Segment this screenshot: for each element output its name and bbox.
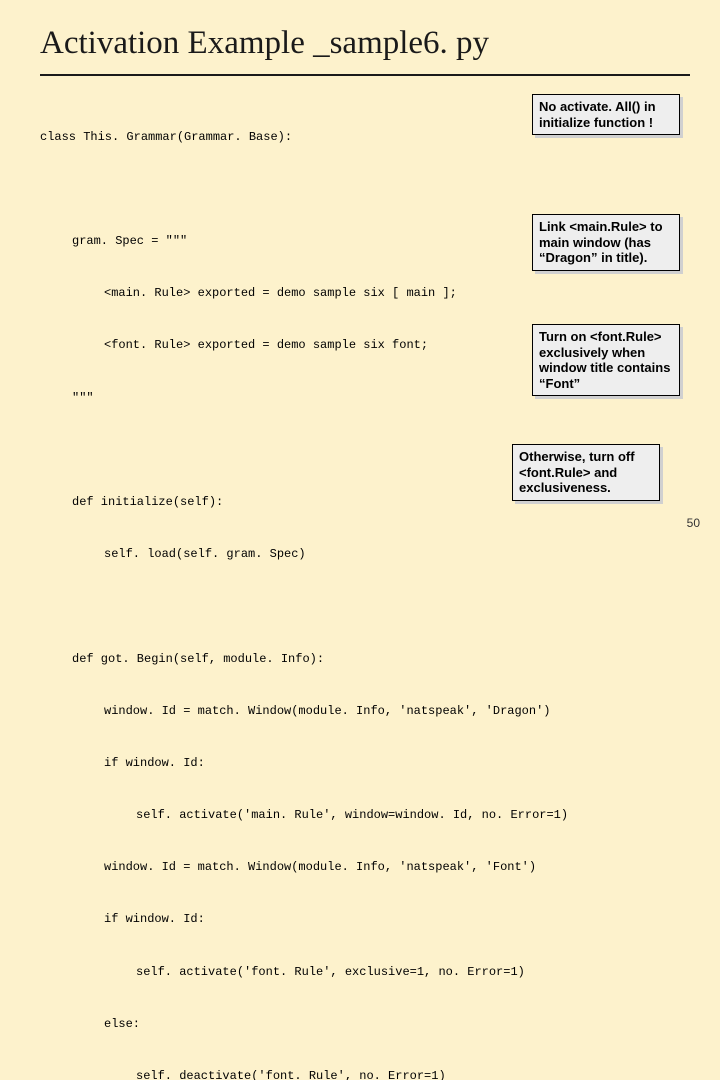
code-line: self. activate('main. Rule', window=wind…: [40, 807, 690, 824]
code-line: window. Id = match. Window(module. Info,…: [40, 859, 690, 876]
code-blank: [40, 598, 690, 615]
code-line: self. activate('font. Rule', exclusive=1…: [40, 964, 690, 981]
callout-link-mainrule: Link <main.Rule> to main window (has “Dr…: [532, 214, 680, 271]
code-line: self. deactivate('font. Rule', no. Error…: [40, 1068, 690, 1080]
code-line: window. Id = match. Window(module. Info,…: [40, 703, 690, 720]
slide-content: class This. Grammar(Grammar. Base): gram…: [40, 94, 690, 1080]
code-line: self. load(self. gram. Spec): [40, 546, 690, 563]
callout-no-activate: No activate. All() in initialize functio…: [532, 94, 680, 135]
code-line: def got. Begin(self, module. Info):: [40, 651, 690, 668]
page-number: 50: [687, 516, 700, 530]
code-line: <main. Rule> exported = demo sample six …: [40, 285, 690, 302]
code-blank: [40, 181, 690, 198]
slide-title: Activation Example _sample6. py: [40, 25, 690, 62]
callout-turn-on-fontrule: Turn on <font.Rule> exclusively when win…: [532, 324, 680, 396]
code-line: else:: [40, 1016, 690, 1033]
code-line: if window. Id:: [40, 755, 690, 772]
callout-turn-off-fontrule: Otherwise, turn off <font.Rule> and excl…: [512, 444, 660, 501]
code-line: if window. Id:: [40, 911, 690, 928]
title-rule: [40, 74, 690, 76]
